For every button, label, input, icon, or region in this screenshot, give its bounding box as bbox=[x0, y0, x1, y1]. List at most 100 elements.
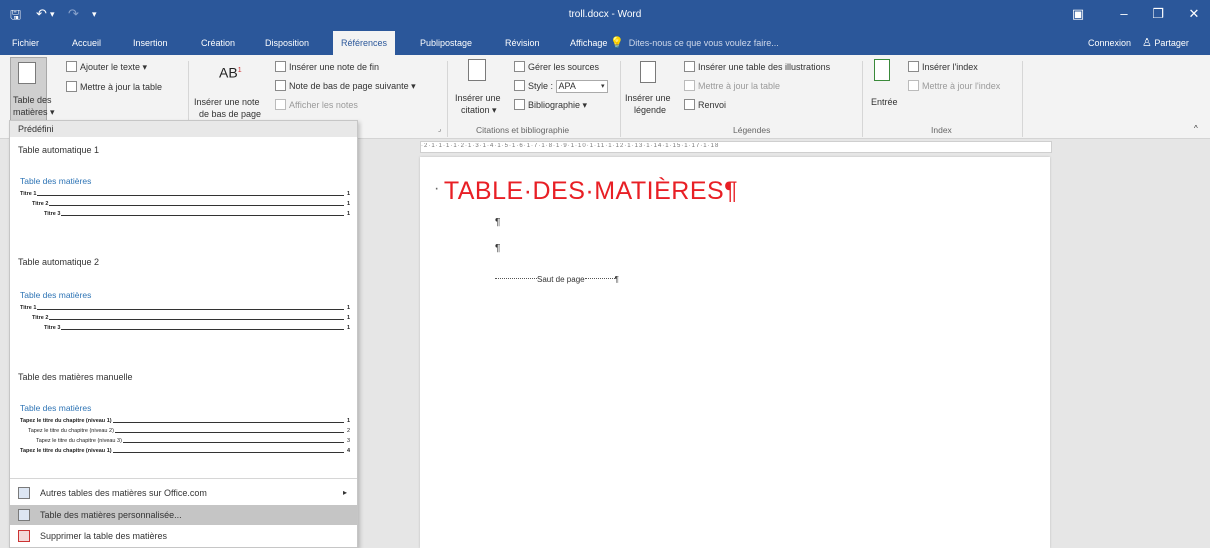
menu-item-label: Autres tables des matières sur Office.co… bbox=[40, 488, 207, 498]
more-toc-office-item[interactable]: Autres tables des matières sur Office.co… bbox=[10, 483, 357, 503]
insert-endnote-label: Insérer une note de fin bbox=[289, 62, 380, 72]
toc-button-label1: Table des bbox=[13, 95, 52, 105]
insert-citation-label1[interactable]: Insérer une bbox=[455, 93, 501, 104]
divider bbox=[620, 61, 621, 137]
minimize-button[interactable]: – bbox=[1114, 6, 1134, 21]
tab-references[interactable]: Références bbox=[333, 31, 396, 55]
share-label: Partager bbox=[1154, 38, 1189, 48]
insert-table-of-figures-button[interactable]: Insérer une table des illustrations bbox=[684, 61, 830, 73]
divider bbox=[447, 61, 448, 137]
toc-line: Tapez le titre du chapitre (niveau 1) 4 bbox=[20, 446, 350, 456]
next-footnote-button[interactable]: Note de bas de page suivante ▾ bbox=[275, 80, 416, 92]
paragraph-bullet: · bbox=[434, 180, 440, 197]
next-footnote-label: Note de bas de page suivante ▾ bbox=[289, 81, 416, 91]
index-group-label: Index bbox=[931, 125, 952, 135]
insert-citation-label2[interactable]: citation ▾ bbox=[461, 105, 497, 116]
update-index-icon bbox=[908, 80, 919, 91]
bibliography-label: Bibliographie ▾ bbox=[528, 100, 588, 110]
style-dropdown[interactable]: APA ▾ bbox=[555, 80, 608, 93]
style-selector[interactable]: Style : APA ▾ bbox=[514, 80, 608, 93]
cross-reference-button[interactable]: Renvoi bbox=[684, 99, 726, 111]
tab-affichage[interactable]: Affichage bbox=[570, 31, 607, 55]
citations-group-label: Citations et bibliographie bbox=[476, 125, 570, 135]
document-heading[interactable]: · TABLE·DES·MATIÈRES¶ bbox=[434, 177, 738, 206]
share-button[interactable]: ♙ Partager bbox=[1142, 31, 1189, 55]
paragraph-mark[interactable]: ¶ bbox=[495, 243, 500, 254]
insert-caption-label1[interactable]: Insérer une bbox=[625, 93, 671, 104]
bibliography-icon bbox=[514, 99, 525, 110]
insert-index-button[interactable]: Insérer l'index bbox=[908, 61, 978, 73]
insert-footnote-label1[interactable]: Insérer une note bbox=[194, 97, 260, 108]
custom-toc-icon bbox=[18, 509, 30, 521]
next-footnote-icon bbox=[275, 80, 286, 91]
toc-dropdown: Prédéfini Table automatique 1 Table des … bbox=[9, 120, 358, 548]
paragraph-mark: ¶ bbox=[614, 275, 619, 284]
close-button[interactable]: ✕ bbox=[1184, 6, 1204, 22]
page-break-line bbox=[495, 278, 537, 279]
title-bar: 🖫 ↶ ▾ ↷ ▾ troll.docx - Word ▣ – ❐ ✕ bbox=[0, 0, 1210, 31]
restore-button[interactable]: ❐ bbox=[1148, 6, 1168, 22]
page-break-line bbox=[584, 278, 615, 279]
insert-footnote-label2[interactable]: de bas de page bbox=[199, 109, 261, 120]
tab-fichier[interactable]: Fichier bbox=[12, 31, 39, 55]
tab-insertion[interactable]: Insertion bbox=[133, 31, 168, 55]
captions-group-label: Légendes bbox=[733, 125, 771, 135]
delete-toc-icon bbox=[18, 530, 30, 542]
section-title: Table automatique 1 bbox=[18, 145, 100, 155]
tab-disposition[interactable]: Disposition bbox=[265, 31, 309, 55]
collapse-ribbon-icon[interactable]: ^ bbox=[1194, 123, 1198, 134]
person-icon: ♙ bbox=[1142, 37, 1152, 49]
endnote-icon bbox=[275, 61, 286, 72]
mark-entry-icon bbox=[874, 59, 890, 81]
office-icon bbox=[18, 487, 30, 499]
add-text-button[interactable]: Ajouter le texte ▾ bbox=[66, 61, 147, 73]
connexion-link[interactable]: Connexion bbox=[1088, 31, 1131, 55]
toc-line: Tapez le titre du chapitre (niveau 1) 1 bbox=[20, 416, 350, 426]
manage-sources-button[interactable]: Gérer les sources bbox=[514, 61, 599, 73]
update-toc-button[interactable]: Mettre à jour la table bbox=[66, 81, 162, 93]
horizontal-ruler[interactable]: ·2·1·1·1·1·2·1·3·1·4·1·5·1·6·1·7·1·8·1·9… bbox=[420, 141, 1052, 153]
tell-me-box[interactable]: 💡 Dites-nous ce que vous voulez faire... bbox=[610, 31, 779, 55]
toc-preview-manual[interactable]: Table des matières Tapez le titre du cha… bbox=[20, 403, 350, 456]
toc-line: Titre 21 bbox=[32, 199, 350, 209]
tab-creation[interactable]: Création bbox=[201, 31, 235, 55]
toc-line: Titre 31 bbox=[44, 323, 350, 333]
mark-entry-label[interactable]: Entrée bbox=[871, 97, 898, 108]
insert-index-icon bbox=[908, 61, 919, 72]
ruler-marks: ·2·1·1·1·1·2·1·3·1·4·1·5·1·6·1·7·1·8·1·9… bbox=[421, 143, 720, 149]
insert-citation-icon bbox=[468, 59, 486, 81]
section-title: Table des matières manuelle bbox=[18, 372, 133, 382]
document-page[interactable]: · TABLE·DES·MATIÈRES¶ ¶ ¶ Saut de page ¶ bbox=[420, 157, 1050, 548]
ab-footnote-icon: AB1 bbox=[219, 64, 242, 81]
toc-preview-auto1[interactable]: Table des matières Titre 11 Titre 21 Tit… bbox=[20, 176, 350, 219]
toc-preview-auto2[interactable]: Table des matières Titre 11 Titre 21 Tit… bbox=[20, 290, 350, 333]
page-break[interactable]: Saut de page ¶ bbox=[495, 275, 619, 284]
tell-me-text: Dites-nous ce que vous voulez faire... bbox=[628, 38, 779, 48]
show-notes-icon bbox=[275, 99, 286, 110]
insert-caption-label2[interactable]: légende bbox=[634, 105, 666, 116]
dialog-launcher-icon[interactable]: ⌟ bbox=[438, 125, 441, 133]
insert-endnote-button[interactable]: Insérer une note de fin bbox=[275, 61, 379, 73]
update-index-label: Mettre à jour l'index bbox=[922, 81, 1001, 91]
ribbon-display-icon[interactable]: ▣ bbox=[1068, 6, 1088, 22]
insert-table-of-figures-label: Insérer une table des illustrations bbox=[698, 62, 831, 72]
tab-publipostage[interactable]: Publipostage bbox=[420, 31, 472, 55]
add-text-icon bbox=[66, 61, 77, 72]
tab-accueil[interactable]: Accueil bbox=[72, 31, 101, 55]
style-icon bbox=[514, 80, 525, 91]
manage-sources-label: Gérer les sources bbox=[528, 62, 600, 72]
toc-line: Tapez le titre du chapitre (niveau 2) 2 bbox=[28, 426, 350, 436]
toc-line: Tapez le titre du chapitre (niveau 3) 3 bbox=[36, 436, 350, 446]
toc-preview-title: Table des matières bbox=[20, 290, 92, 300]
table-of-figures-icon bbox=[684, 61, 695, 72]
tab-revision[interactable]: Révision bbox=[505, 31, 540, 55]
manage-sources-icon bbox=[514, 61, 525, 72]
remove-toc-item[interactable]: Supprimer la table des matières bbox=[10, 526, 357, 546]
custom-toc-item[interactable]: Table des matières personnalisée... bbox=[10, 505, 357, 525]
toc-line: Titre 11 bbox=[20, 303, 350, 313]
paragraph-mark[interactable]: ¶ bbox=[495, 217, 500, 228]
update-index-button: Mettre à jour l'index bbox=[908, 80, 1000, 92]
insert-index-label: Insérer l'index bbox=[922, 62, 978, 72]
bibliography-button[interactable]: Bibliographie ▾ bbox=[514, 99, 587, 111]
lightbulb-icon: 💡 bbox=[610, 37, 624, 49]
